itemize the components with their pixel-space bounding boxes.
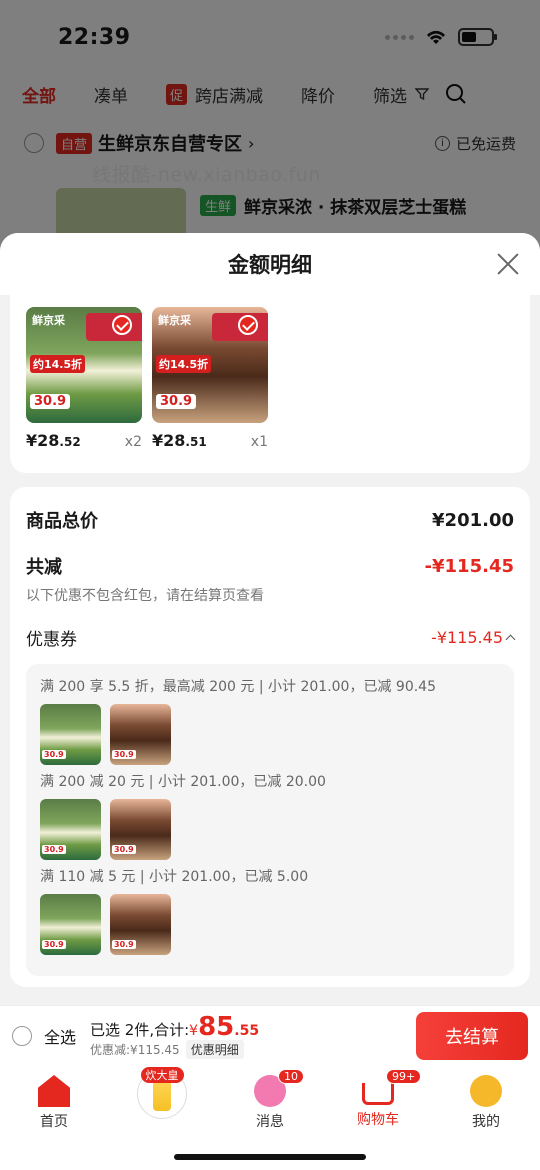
reduce-label: 共减	[26, 557, 62, 578]
messages-badge: 10	[278, 1069, 304, 1084]
discount-summary: 优惠减:¥115.45	[90, 1043, 180, 1057]
profile-icon	[470, 1075, 502, 1107]
promo-text: 满 200 减 20 元 | 小计 201.00，已减 20.00	[40, 774, 326, 790]
promo-badge: 炊大皇	[140, 1067, 184, 1083]
cart-badge: 99+	[386, 1069, 422, 1084]
mini-product-image: 30.9	[110, 894, 171, 955]
discount-label: 约14.5折	[30, 355, 86, 373]
reduce-value: -¥115.45	[424, 555, 514, 577]
discount-detail-link[interactable]: 优惠明细	[185, 1040, 244, 1059]
brand-label: 鲜京采	[32, 314, 65, 327]
promo-item: 满 200 享 5.5 折，最高减 200 元 | 小计 201.00，已减 9…	[40, 676, 500, 765]
sheet-header: 金额明细	[0, 233, 540, 295]
tab-messages-label: 消息	[256, 1114, 284, 1130]
promo-item: 满 200 减 20 元 | 小计 201.00，已减 20.00 30.9 3…	[40, 771, 500, 860]
checkout-bar: 全选 已选 2件,合计: ¥ 85 .55 优惠减:¥115.45 优惠明细 去…	[0, 1005, 540, 1065]
unit-price: ¥28.51	[152, 431, 207, 450]
tab-home[interactable]: 首页	[0, 1071, 108, 1170]
mini-sale-price: 30.9	[112, 845, 136, 854]
total-amount: 85	[198, 1012, 235, 1042]
coupon-value-wrap: -¥115.45	[431, 628, 516, 647]
mini-sale-price: 30.9	[42, 940, 66, 949]
mini-product-image: 30.9	[40, 704, 101, 765]
quantity: x1	[250, 434, 268, 450]
checkout-button[interactable]: 去结算	[416, 1011, 528, 1060]
promo-details: 满 200 享 5.5 折，最高减 200 元 | 小计 201.00，已减 9…	[26, 664, 514, 976]
product-image: 鲜京采 约14.5折 30.9	[152, 307, 268, 423]
discount-label: 约14.5折	[156, 355, 212, 373]
total-label: 商品总价	[26, 511, 98, 532]
mini-product-image: 30.9	[110, 704, 171, 765]
coupon-row[interactable]: 优惠券 -¥115.45	[26, 625, 516, 650]
close-icon[interactable]	[496, 252, 520, 276]
sheet-title: 金额明细	[228, 253, 312, 277]
watermark: 线报酷-new.xianbao.fun	[92, 164, 321, 186]
promo-item: 满 110 减 5 元 | 小计 201.00，已减 5.00 30.9 30.…	[40, 866, 500, 955]
tab-me-label: 我的	[472, 1114, 500, 1130]
select-all-label: 全选	[44, 1027, 77, 1047]
product-image: 鲜京采 约14.5折 30.9	[26, 307, 142, 423]
mini-sale-price: 30.9	[112, 750, 136, 759]
total-amount-cents: .55	[234, 1023, 260, 1039]
chevron-up-icon	[505, 634, 516, 645]
unit-price: ¥28.52	[26, 431, 81, 450]
tab-me[interactable]: 我的	[432, 1071, 540, 1170]
promo-text: 满 200 享 5.5 折，最高减 200 元 | 小计 201.00，已减 9…	[40, 679, 436, 695]
order-summary: 已选 2件,合计: ¥ 85 .55 优惠减:¥115.45 优惠明细	[90, 1012, 259, 1059]
tab-cart-label: 购物车	[357, 1112, 399, 1128]
reduce-note: 以下优惠不包含红包，请在结算页查看	[26, 588, 264, 604]
mini-product-image: 30.9	[40, 894, 101, 955]
tab-home-label: 首页	[40, 1114, 68, 1130]
mini-sale-price: 30.9	[112, 940, 136, 949]
product-list: 鲜京采 约14.5折 30.9 ¥28.52 x2 鲜京采 约14.5折 30.…	[10, 295, 530, 473]
home-indicator	[174, 1154, 366, 1160]
check-icon	[238, 315, 258, 335]
product-item[interactable]: 鲜京采 约14.5折 30.9 ¥28.52 x2	[26, 307, 142, 461]
brand-label: 鲜京采	[158, 314, 191, 327]
amount-detail-sheet: 金额明细 鲜京采 约14.5折 30.9 ¥28.52 x2 鲜京采 约14.5…	[0, 233, 540, 1005]
coupon-label: 优惠券	[26, 630, 77, 650]
currency-symbol: ¥	[189, 1023, 199, 1039]
select-all[interactable]: 全选	[12, 1024, 76, 1048]
mini-sale-price: 30.9	[42, 750, 66, 759]
mini-product-image: 30.9	[40, 799, 101, 860]
total-value: ¥201.00	[432, 509, 514, 531]
cart-icon	[362, 1083, 394, 1105]
promo-text: 满 110 减 5 元 | 小计 201.00，已减 5.00	[40, 869, 309, 885]
mini-product-image: 30.9	[110, 799, 171, 860]
select-all-checkbox[interactable]	[12, 1025, 32, 1046]
product-item[interactable]: 鲜京采 约14.5折 30.9 ¥28.51 x1	[152, 307, 268, 461]
selected-count: 已选 2件,合计:	[90, 1021, 190, 1039]
amount-breakdown: 商品总价 ¥201.00 共减 -¥115.45 以下优惠不包含红包，请在结算页…	[10, 487, 530, 987]
mini-sale-price: 30.9	[42, 845, 66, 854]
sale-price: 30.9	[30, 394, 71, 409]
home-icon	[38, 1075, 70, 1107]
sale-price: 30.9	[156, 394, 197, 409]
coupon-value: -¥115.45	[431, 628, 503, 647]
check-icon	[112, 315, 132, 335]
quantity: x2	[124, 434, 142, 450]
